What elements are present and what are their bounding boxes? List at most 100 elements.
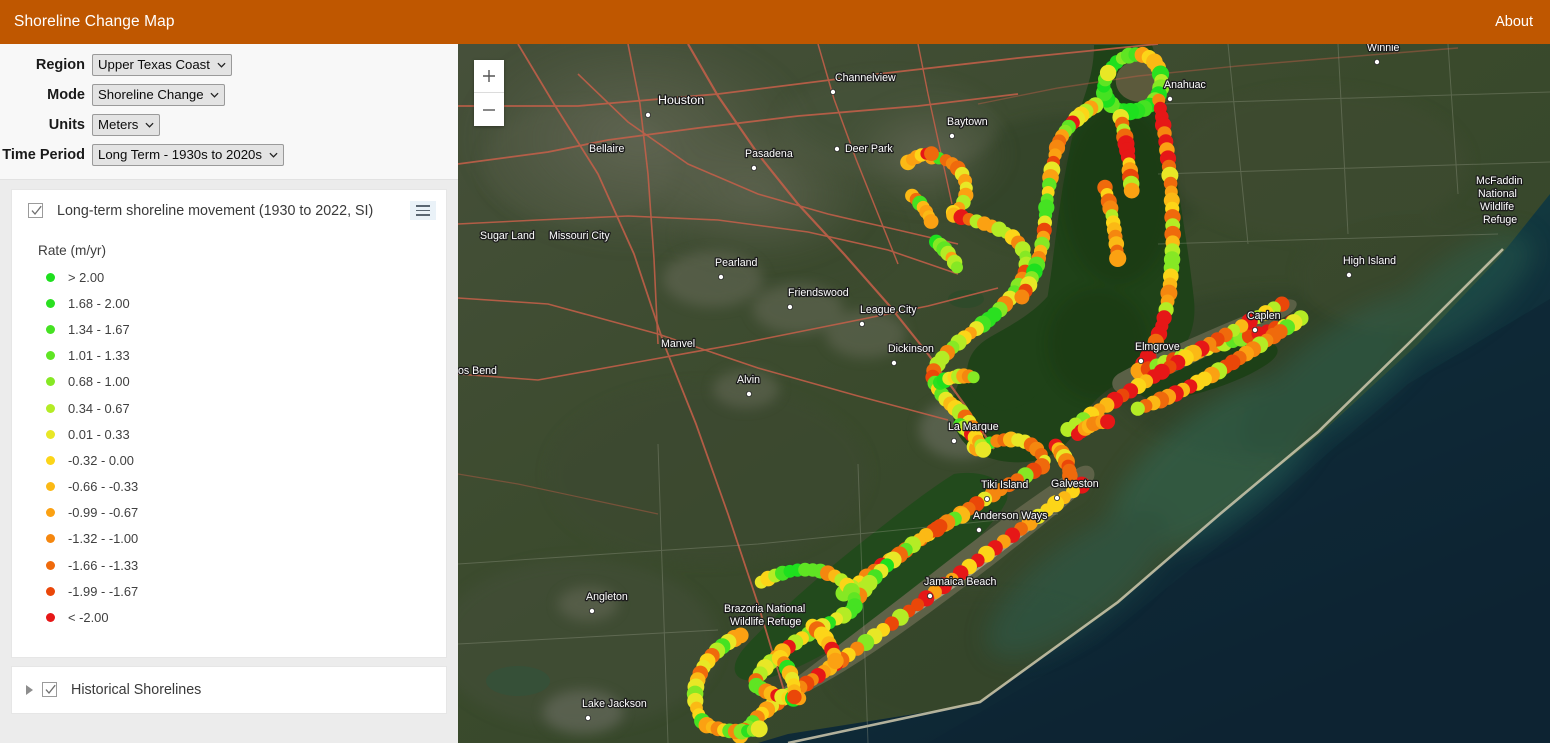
map-label: Manvel [661,338,695,350]
legend-item: < -2.00 [12,604,446,630]
map-label: Jamaica Beach [924,576,997,588]
shoreline-change-point[interactable] [787,689,802,705]
mode-label: Mode [47,87,85,103]
shoreline-change-point[interactable] [967,371,980,384]
map-label: Angleton [586,591,628,603]
control-row-mode: Mode Shoreline Change [0,84,458,106]
historical-shorelines-label: Historical Shorelines [71,681,202,698]
legend-item-label: 1.34 - 1.67 [68,321,130,337]
legend-color-swatch [46,351,55,361]
shoreline-change-point[interactable] [1100,414,1116,430]
triangle-right-icon[interactable] [26,684,33,695]
shoreline-change-point[interactable] [975,441,992,458]
shoreline-change-point[interactable] [1109,249,1127,267]
legend-item-label: -0.32 - 0.00 [68,452,134,468]
shoreline-change-point[interactable] [1014,289,1030,305]
legend-color-swatch [46,377,55,387]
map-label: League City [860,304,917,316]
city-marker-dot [1374,58,1381,65]
legend-color-swatch [46,455,55,465]
map-canvas[interactable]: Houston Channelview Bellaire Pasadena Deer P… [458,44,1550,743]
map-label: Anderson Ways [973,510,1047,522]
city-marker-dot [950,437,957,444]
map-label: Bellaire [589,143,624,155]
legend-header: Long-term shoreline movement (1930 to 20… [12,190,446,231]
mode-select[interactable]: Shoreline Change [92,84,225,106]
legend-item-label: > 2.00 [68,269,105,285]
legend-color-swatch [46,482,55,492]
map-label: Alvin [737,374,760,386]
legend-item-label: 0.68 - 1.00 [68,374,130,390]
map-label: La Marque [948,421,999,433]
shoreline-change-point[interactable] [951,261,963,274]
legend-item-label: -0.99 - -0.67 [68,505,139,521]
map-label: Pasadena [745,148,793,160]
city-marker-dot [1167,96,1174,103]
shoreline-change-point[interactable] [827,652,844,670]
legend-color-swatch [46,534,55,544]
control-row-time-period: Time Period Long Term - 1930s to 2020s [0,144,458,166]
zoom-out-button[interactable] [474,93,504,126]
map-label: Friendswood [788,287,849,299]
time-period-select[interactable]: Long Term - 1930s to 2020s [92,144,284,166]
legend-title: Long-term shoreline movement (1930 to 20… [57,202,374,219]
legend-item-label: -1.99 - -1.67 [68,583,139,599]
legend-item-label: < -2.00 [68,610,109,626]
city-marker-dot [644,112,651,119]
city-marker-dot [829,89,836,96]
map-label: Wildlife Refuge [730,616,801,628]
sidebar: Region Upper Texas Coast Mode Shoreline … [0,44,458,743]
shoreline-change-point[interactable] [1123,182,1140,199]
legend-color-swatch [46,429,55,439]
map-label: Channelview [835,72,896,84]
shoreline-change-point[interactable] [923,214,939,229]
map-label: Lake Jackson [582,698,647,710]
legend-item: 1.34 - 1.67 [12,316,446,342]
legend-layer-checkbox[interactable] [28,203,43,218]
legend-color-swatch [46,272,55,282]
shoreline-change-point[interactable] [1130,401,1145,416]
map-label: Elmgrove [1135,341,1180,353]
check-icon [31,205,42,216]
legend-color-swatch [46,324,55,334]
city-marker-dot [1138,357,1145,364]
zoom-in-button[interactable] [474,60,504,93]
historical-shorelines-checkbox[interactable] [42,682,57,698]
city-marker-dot [745,390,752,397]
legend-color-swatch [46,586,55,596]
plus-icon [483,70,495,82]
legend-item: > 2.00 [12,264,446,290]
legend-item: 1.01 - 1.33 [12,343,446,369]
about-link[interactable]: About [1495,14,1533,30]
legend-items-list: > 2.00 1.68 - 2.00 1.34 - 1.67 1.01 - 1.33 0… [12,264,446,631]
historical-shorelines-panel[interactable]: Historical Shorelines [11,665,447,714]
shoreline-change-point[interactable] [924,146,939,161]
map-label: Missouri City [549,230,610,242]
map-label: Sugar Land [480,230,535,242]
hamburger-menu-icon[interactable] [410,201,436,220]
map-label: High Island [1343,255,1396,267]
city-marker-dot [750,165,757,172]
legend-item-label: -1.32 - -1.00 [68,531,139,547]
map-label: Anahuac [1164,79,1207,91]
page-title: Shoreline Change Map [14,13,175,30]
legend-item: -1.99 - -1.67 [12,578,446,604]
legend-item: -1.32 - -1.00 [12,526,446,552]
shoreline-change-point[interactable] [1099,64,1117,82]
legend-panel: Long-term shoreline movement (1930 to 20… [11,189,447,658]
city-marker-dot [588,608,595,615]
legend-item-label: 0.34 - 0.67 [68,400,130,416]
map-label: McFaddin [1476,175,1523,187]
legend-item: -0.66 - -0.33 [12,474,446,500]
shoreline-change-point[interactable] [750,720,768,738]
city-marker-dot [976,526,983,533]
region-label: Region [35,57,85,73]
region-select[interactable]: Upper Texas Coast [92,54,232,76]
control-row-region: Region Upper Texas Coast [0,54,458,76]
legend-units-label: Rate (m/yr) [38,243,106,258]
legend-item: 0.68 - 1.00 [12,369,446,395]
legend-item-label: 1.01 - 1.33 [68,348,130,364]
map-label: Winnie [1367,44,1399,54]
units-select[interactable]: Meters [92,114,160,136]
minus-icon [483,108,495,111]
